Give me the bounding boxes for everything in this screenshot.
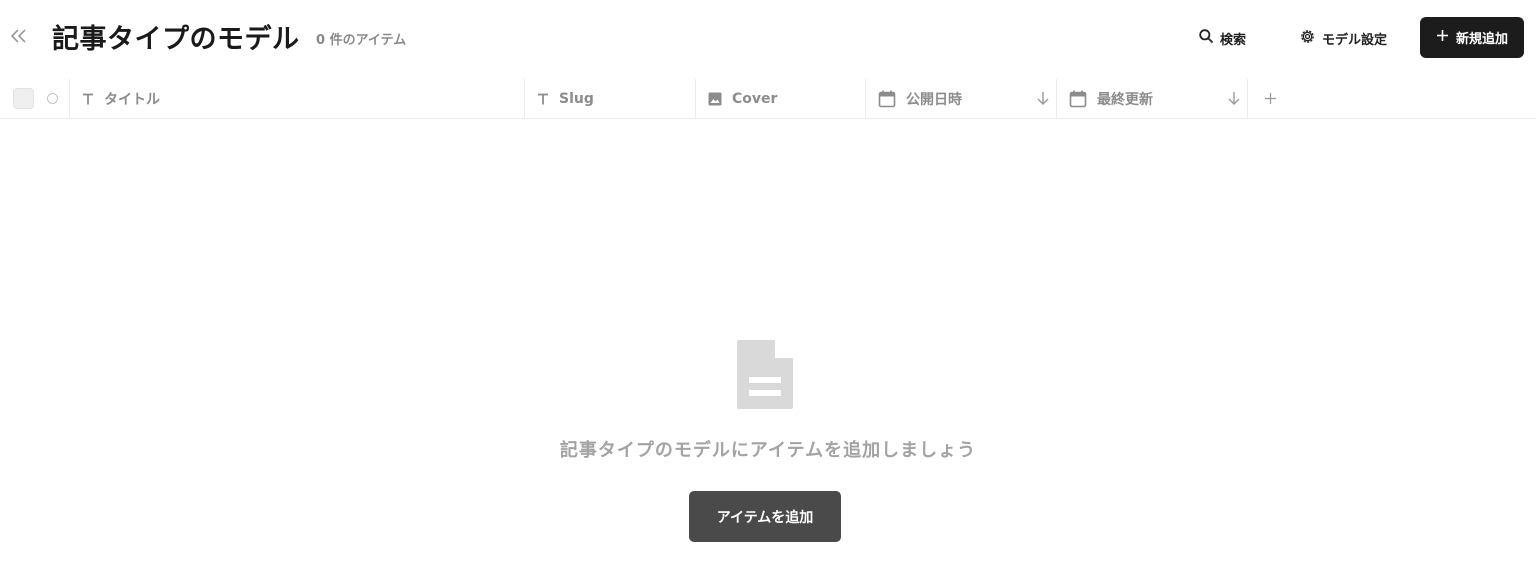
search-icon <box>1198 28 1214 48</box>
column-header-title[interactable]: タイトル <box>69 79 524 119</box>
sort-descending-icon[interactable] <box>1036 90 1050 110</box>
select-all-checkbox[interactable] <box>13 88 34 109</box>
item-count: 0 件のアイテム <box>316 33 407 48</box>
model-settings-button[interactable]: モデル設定 <box>1299 24 1387 52</box>
sort-descending-icon[interactable] <box>1227 90 1241 110</box>
text-type-icon <box>82 93 94 105</box>
status-toggle-icon[interactable] <box>47 93 58 104</box>
column-header-cover[interactable]: Cover <box>695 79 865 119</box>
collapse-sidebar-icon[interactable] <box>8 24 30 48</box>
column-header-slug[interactable]: Slug <box>524 79 695 119</box>
column-label: Slug <box>559 91 594 107</box>
add-new-label: 新規追加 <box>1455 32 1508 47</box>
document-icon <box>737 340 793 413</box>
page-title: 記事タイプのモデル <box>52 24 300 55</box>
calendar-icon <box>878 90 896 108</box>
text-type-icon <box>537 93 549 105</box>
model-settings-label: モデル設定 <box>1322 32 1388 48</box>
plus-icon <box>1436 29 1449 46</box>
page-header: 記事タイプのモデル 0 件のアイテム 検索 モデル設定 新規追加 <box>0 0 1536 76</box>
add-item-button[interactable]: アイテムを追加 <box>689 491 841 542</box>
search-button-label: 検索 <box>1220 32 1247 48</box>
empty-state-message: 記事タイプのモデルにアイテムを追加しましょう <box>559 440 977 461</box>
add-column-button[interactable] <box>1247 79 1293 119</box>
column-label: Cover <box>732 91 778 107</box>
column-label: 公開日時 <box>906 92 962 108</box>
add-new-button[interactable]: 新規追加 <box>1420 17 1524 58</box>
column-label: 最終更新 <box>1097 92 1153 108</box>
column-label: タイトル <box>104 92 160 108</box>
column-header-updated-at[interactable]: 最終更新 <box>1056 79 1247 119</box>
table-header-row: タイトル Slug Cover 公開日時 最終更新 <box>0 79 1536 119</box>
column-header-published-at[interactable]: 公開日時 <box>865 79 1056 119</box>
plus-icon <box>1264 90 1277 109</box>
image-icon <box>708 92 722 106</box>
calendar-icon <box>1069 90 1087 108</box>
gear-icon <box>1299 28 1316 49</box>
search-button[interactable]: 検索 <box>1198 24 1246 52</box>
